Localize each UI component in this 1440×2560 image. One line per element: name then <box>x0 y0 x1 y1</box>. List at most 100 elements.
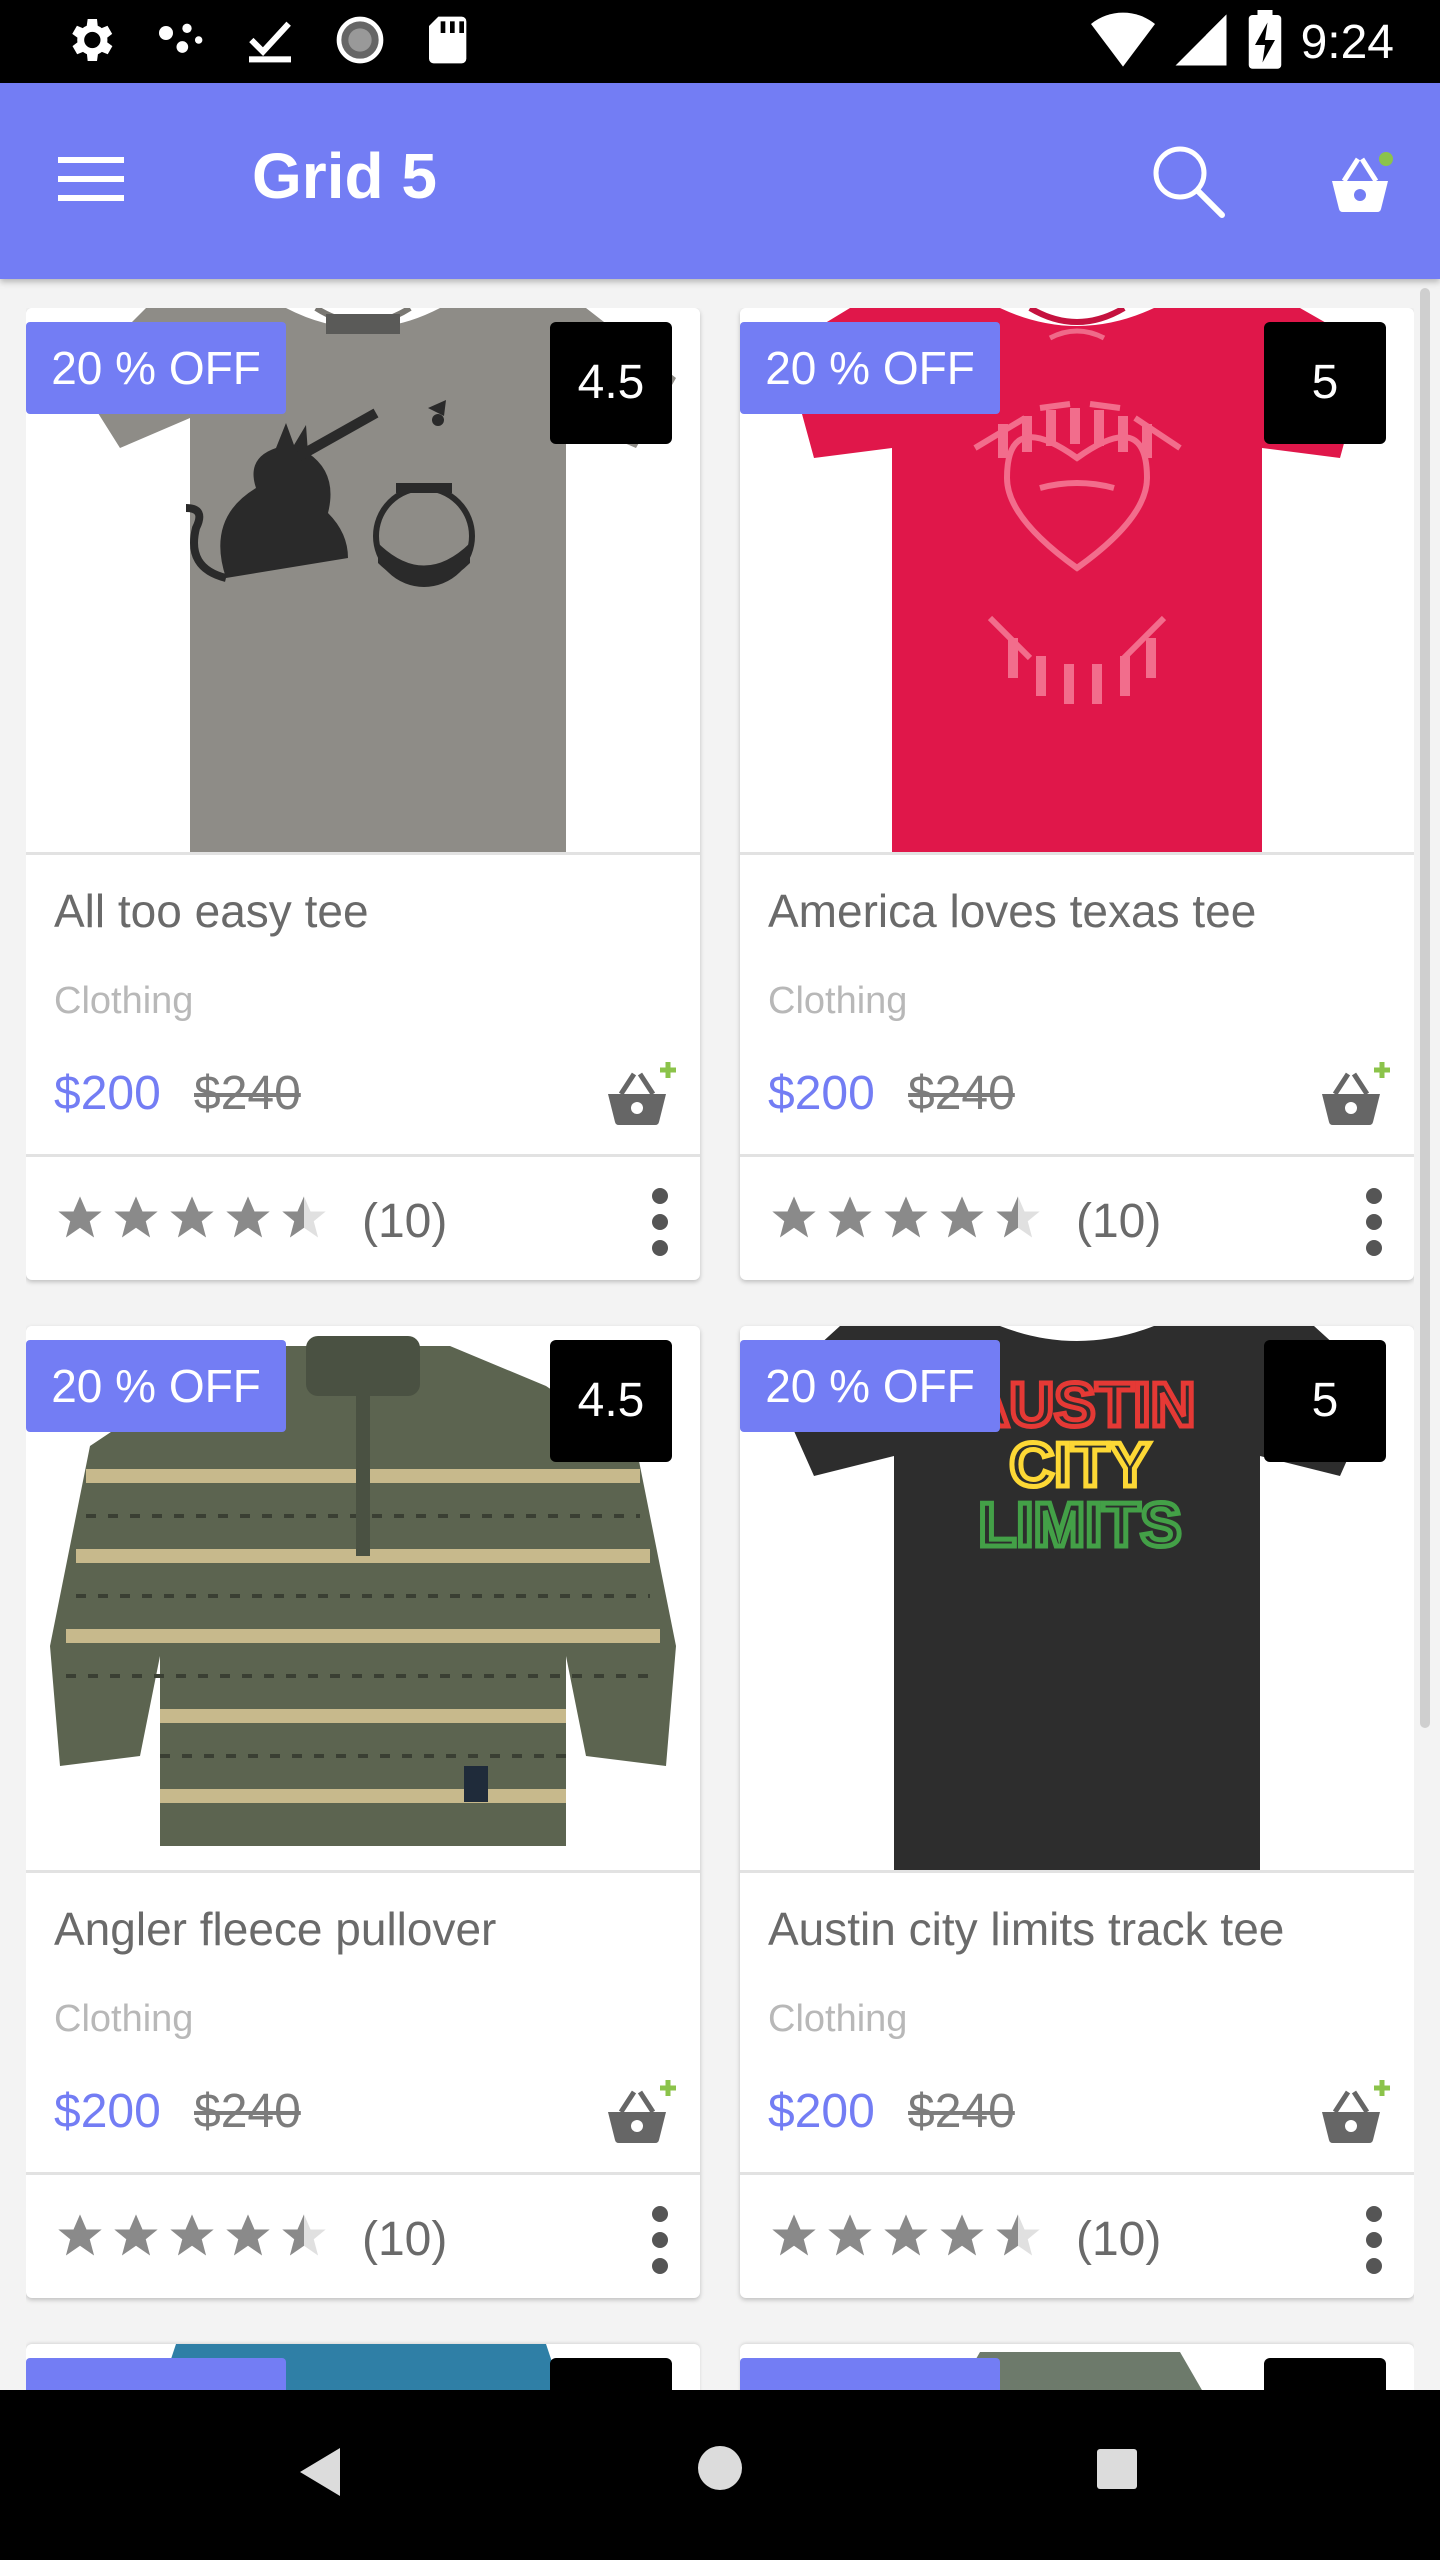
product-old-price: $240 <box>194 2085 301 2138</box>
divider <box>26 1154 700 1157</box>
more-options-button[interactable] <box>1344 2200 1404 2280</box>
back-button[interactable] <box>296 2444 344 2500</box>
dots-icon <box>152 12 208 73</box>
half-star-icon <box>992 2210 1044 2262</box>
product-old-price: $240 <box>194 1067 301 1120</box>
star-rating <box>768 2210 1044 2262</box>
add-to-cart-icon <box>604 1062 678 1134</box>
app-bar: Grid 5 <box>0 83 1440 279</box>
menu-button[interactable] <box>58 147 138 211</box>
divider <box>26 2172 700 2175</box>
sd-card-icon <box>422 12 478 73</box>
review-count: (10) <box>1076 2213 1162 2266</box>
cart-button[interactable] <box>1320 145 1400 225</box>
product-old-price: $240 <box>908 2085 1015 2138</box>
add-to-cart-button[interactable] <box>1318 1060 1392 1130</box>
product-price: $200 <box>54 1067 161 1120</box>
more-vert-icon <box>1344 2206 1404 2284</box>
status-time: 9:24 <box>1300 15 1394 69</box>
star-icon <box>768 2210 820 2262</box>
more-vert-icon <box>1344 1188 1404 1266</box>
discount-badge <box>26 2358 286 2390</box>
star-icon <box>824 1192 876 1244</box>
rating-badge <box>550 2358 672 2390</box>
divider <box>740 2172 1414 2175</box>
more-options-button[interactable] <box>1344 1182 1404 1262</box>
search-button[interactable] <box>1148 141 1228 221</box>
rating-badge: 4.5 <box>550 322 672 444</box>
star-icon <box>110 2210 162 2262</box>
more-options-button[interactable] <box>630 1182 690 1262</box>
product-name[interactable]: All too easy tee <box>54 884 369 938</box>
product-price: $200 <box>768 1067 875 1120</box>
review-count: (10) <box>1076 1195 1162 1248</box>
star-icon <box>54 2210 106 2262</box>
star-icon <box>824 2210 876 2262</box>
discount-badge: 20 % OFF <box>26 322 286 414</box>
star-icon <box>880 1192 932 1244</box>
product-category: Clothing <box>768 980 908 1022</box>
star-rating <box>768 1192 1044 1244</box>
rating-badge <box>1264 2358 1386 2390</box>
product-category: Clothing <box>768 1998 908 2040</box>
divider <box>740 1870 1414 1873</box>
add-to-cart-button[interactable] <box>1318 2078 1392 2148</box>
product-card[interactable]: 20 % OFF 5 America loves texas tee Cloth… <box>740 308 1414 1280</box>
add-to-cart-icon <box>604 2080 678 2152</box>
recent-apps-button[interactable] <box>1096 2448 1138 2490</box>
product-card[interactable]: AUSTIN CITY LIMITS 20 % OFF 5 Austin cit… <box>740 1326 1414 2298</box>
settings-icon <box>62 12 118 73</box>
product-price: $200 <box>768 2085 875 2138</box>
divider <box>740 852 1414 855</box>
add-to-cart-icon <box>1318 2080 1392 2152</box>
star-icon <box>222 1192 274 1244</box>
back-icon <box>296 2448 344 2504</box>
scrollbar[interactable] <box>1420 288 1430 1728</box>
star-rating <box>54 2210 330 2262</box>
wifi-icon <box>1090 10 1155 75</box>
divider <box>740 1154 1414 1157</box>
star-icon <box>880 2210 932 2262</box>
add-to-cart-button[interactable] <box>604 2078 678 2148</box>
product-category: Clothing <box>54 1998 194 2040</box>
rating-badge: 4.5 <box>550 1340 672 1462</box>
discount-badge: 20 % OFF <box>26 1340 286 1432</box>
review-count: (10) <box>362 1195 448 1248</box>
half-star-icon <box>278 2210 330 2262</box>
product-name[interactable]: America loves texas tee <box>768 884 1256 938</box>
add-to-cart-icon <box>1318 1062 1392 1134</box>
star-icon <box>110 1192 162 1244</box>
menu-icon <box>58 157 128 215</box>
product-card[interactable]: 20 % OFF 4.5 All too easy tee Clothing $… <box>26 308 700 1280</box>
more-options-button[interactable] <box>630 2200 690 2280</box>
rating-badge: 5 <box>1264 322 1386 444</box>
product-card[interactable] <box>740 2344 1414 2390</box>
home-button[interactable] <box>696 2444 744 2492</box>
star-icon <box>54 1192 106 1244</box>
divider <box>26 852 700 855</box>
star-icon <box>166 2210 218 2262</box>
product-old-price: $240 <box>908 1067 1015 1120</box>
home-icon <box>696 2446 744 2496</box>
star-icon <box>222 2210 274 2262</box>
add-to-cart-button[interactable] <box>604 1060 678 1130</box>
discount-badge: 20 % OFF <box>740 322 1000 414</box>
rating-badge: 5 <box>1264 1340 1386 1462</box>
star-icon <box>166 1192 218 1244</box>
product-card[interactable]: 20 % OFF 4.5 Angler fleece pullover Clot… <box>26 1326 700 2298</box>
star-icon <box>936 2210 988 2262</box>
more-vert-icon <box>630 1188 690 1266</box>
product-category: Clothing <box>54 980 194 1022</box>
half-star-icon <box>992 1192 1044 1244</box>
download-done-icon <box>242 12 298 73</box>
product-price: $200 <box>54 2085 161 2138</box>
product-card[interactable] <box>26 2344 700 2390</box>
star-rating <box>54 1192 330 1244</box>
product-name[interactable]: Austin city limits track tee <box>768 1902 1284 1956</box>
search-icon <box>1148 146 1228 225</box>
battery-charging-icon <box>1247 9 1283 75</box>
discount-badge <box>740 2358 1000 2390</box>
page-title: Grid 5 <box>252 140 437 212</box>
product-name[interactable]: Angler fleece pullover <box>54 1902 496 1956</box>
status-bar: 9:24 <box>0 0 1440 83</box>
